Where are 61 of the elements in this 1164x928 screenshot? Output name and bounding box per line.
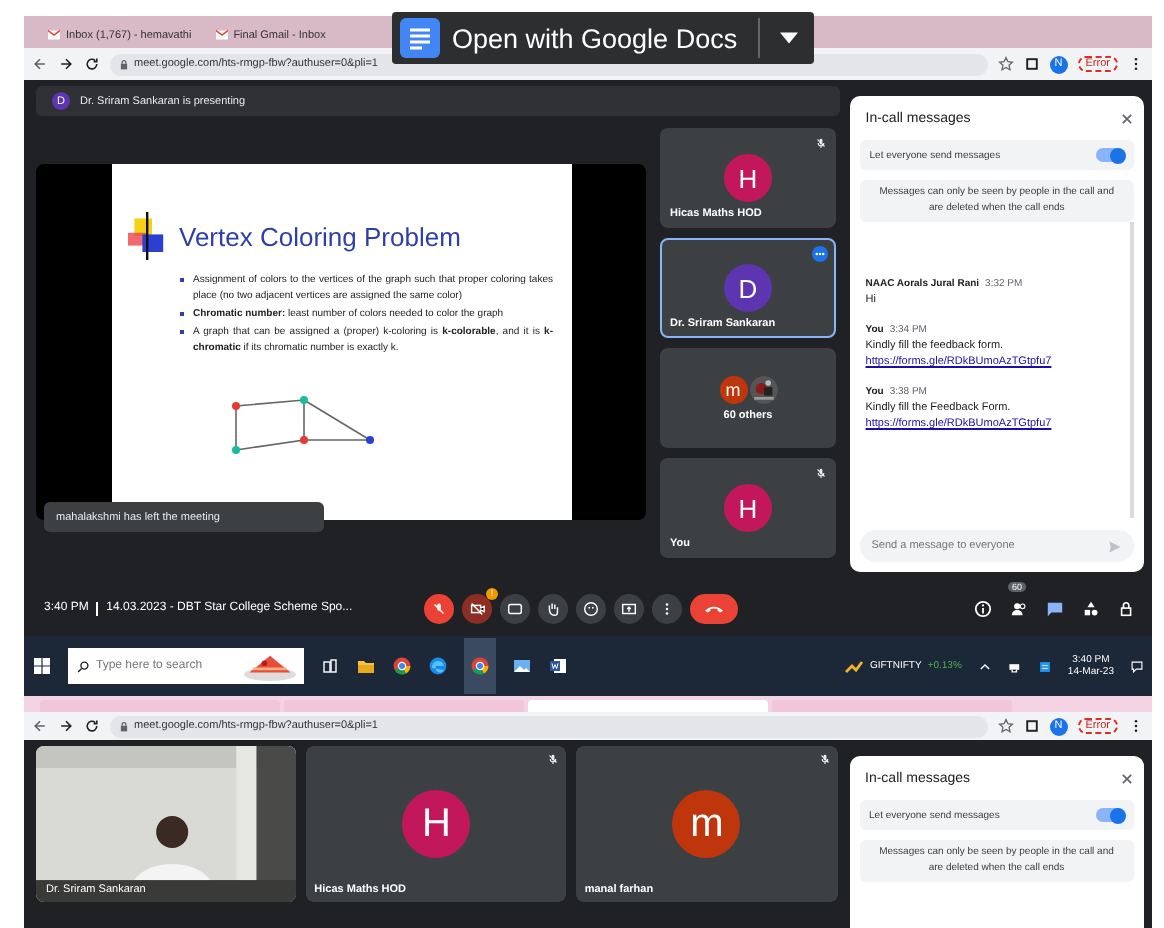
search-icon [76,659,90,673]
more-options-icon[interactable] [812,246,828,262]
lock-icon [120,59,128,69]
leave-call-button[interactable] [690,593,738,623]
document-icon [400,18,440,58]
word-icon[interactable] [548,656,568,676]
caret-icon[interactable] [779,32,798,44]
edge-icon[interactable] [428,656,448,676]
photos-icon[interactable] [512,656,532,676]
participant-avatar: H [724,484,772,532]
raise-hand-button[interactable] [538,593,568,623]
participant-avatar: D [724,264,772,312]
info-icon[interactable] [974,599,992,617]
stock-chart-icon [843,656,864,676]
present-button[interactable] [614,593,644,623]
close-icon[interactable] [1120,111,1134,125]
star-icon[interactable] [997,718,1014,734]
sidebar-icon[interactable] [1023,718,1040,734]
chrome-icon[interactable] [392,656,412,676]
mic-off-button[interactable] [424,593,454,623]
activities-icon[interactable] [1082,599,1100,617]
back-icon[interactable] [32,56,48,72]
participant-avatar: m [719,375,747,403]
toggle-switch[interactable] [1096,148,1124,162]
participant-avatar: H [402,790,471,858]
task-view-icon[interactable] [320,656,340,676]
mic-off-icon [430,599,448,617]
reload-icon[interactable] [84,56,100,72]
sidebar-icon[interactable] [1023,56,1040,72]
hand-icon [544,599,562,617]
open-with-docs-button[interactable]: Open with Google Docs [392,12,814,64]
folder-icon[interactable] [356,656,376,676]
forward-icon[interactable] [58,718,74,734]
calendar-icon[interactable] [1037,659,1052,673]
lock-icon[interactable] [1118,599,1136,617]
slide-title: Vertex Coloring Problem [179,221,461,251]
present-screen-icon [620,599,638,617]
chat-icon[interactable] [1046,599,1064,617]
people-icon[interactable] [1010,599,1028,617]
chevron-up-icon[interactable] [977,659,992,673]
participant-avatar: H [724,154,772,202]
lock-icon [120,721,128,731]
smiley-icon [582,599,600,617]
notifications-icon[interactable] [1130,659,1144,673]
camera-off-icon [468,599,486,617]
reload-icon[interactable] [84,718,100,734]
captions-button[interactable] [500,593,530,623]
captions-icon [506,599,524,617]
chrome-icon[interactable] [470,656,490,676]
emoji-button[interactable] [576,593,606,623]
close-icon[interactable] [1120,771,1134,785]
windows-start-icon[interactable] [32,656,52,676]
more-options-button[interactable] [652,593,682,623]
star-icon[interactable] [997,56,1014,72]
mail-icon [215,30,228,40]
toggle-switch[interactable] [1096,808,1124,822]
participant-avatar: m [672,790,741,858]
mail-icon [48,30,60,40]
forward-icon[interactable] [58,56,74,72]
network-icon[interactable] [1007,659,1022,673]
back-icon[interactable] [32,718,48,734]
